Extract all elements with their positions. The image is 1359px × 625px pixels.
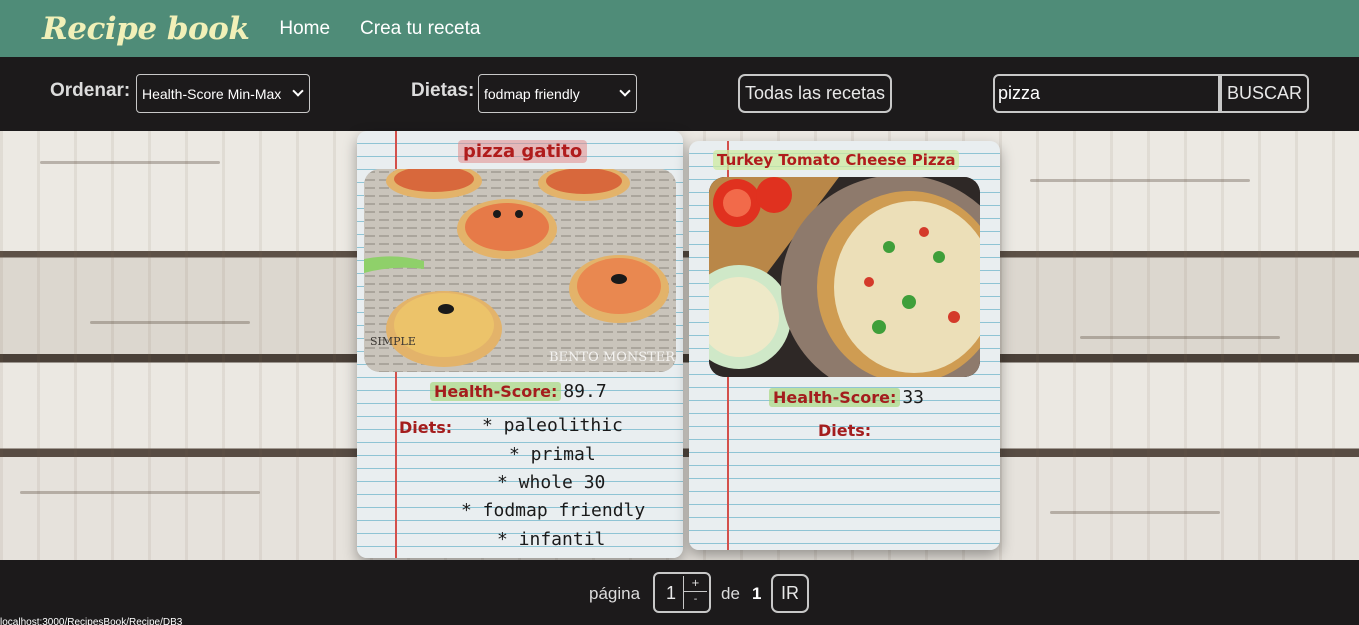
health-score-label: Health-Score: (769, 388, 901, 407)
pagination-bar: página 1 + - de 1 IR (0, 560, 1359, 625)
wood-grain (1030, 179, 1250, 182)
diet-select[interactable]: fodmap friendly (478, 74, 637, 113)
recipe-photo: BENTO MONSTERS SIMPLE (364, 169, 676, 372)
search-input[interactable]: pizza (993, 74, 1220, 113)
spin-up-button[interactable]: + (684, 576, 707, 592)
svg-text:BENTO MONSTERS: BENTO MONSTERS (549, 350, 676, 365)
brand-logo[interactable]: Recipe book (42, 11, 250, 47)
of-label: de (721, 584, 740, 603)
recipe-card[interactable]: Turkey Tomato Cheese Pizza Health-Score:… (689, 141, 1000, 550)
health-score-row: Health-Score: 33 (769, 387, 924, 408)
page-spinner[interactable]: + - (683, 576, 707, 609)
nav-link-home[interactable]: Home (279, 18, 330, 40)
diet-item: * fodmap friendly (461, 500, 646, 521)
top-navbar: Recipe book Home Crea tu receta (0, 0, 1359, 57)
health-score-row: Health-Score: 89.7 (430, 381, 607, 402)
health-score-value: 33 (902, 387, 925, 408)
svg-text:SIMPLE: SIMPLE (370, 335, 416, 348)
search-button[interactable]: BUSCAR (1220, 74, 1309, 113)
recipe-card[interactable]: pizza gatito BENTO MONSTERS SIMPLE Healt… (357, 131, 683, 558)
wood-grain (20, 491, 260, 494)
sort-label: Ordenar: (50, 80, 131, 101)
filter-bar: Ordenar: Health-Score Min-Max Dietas: fo… (0, 57, 1359, 131)
diets-label: Diets: (818, 421, 872, 440)
health-score-label: Health-Score: (430, 382, 562, 401)
page-number-input[interactable]: 1 + - (653, 572, 711, 613)
recipe-image (709, 177, 980, 377)
diet-select-value: fodmap friendly (484, 85, 580, 102)
diet-label: Dietas: (411, 80, 475, 101)
wood-grain (40, 161, 220, 164)
recipe-photo (709, 177, 980, 377)
status-bar-url: localhost:3000/RecipesBook/Recipe/DB3 (0, 617, 183, 625)
total-pages: 1 (752, 584, 762, 603)
spin-down-button[interactable]: - (684, 592, 707, 608)
sort-select[interactable]: Health-Score Min-Max (136, 74, 310, 113)
recipe-image: BENTO MONSTERS SIMPLE (364, 169, 676, 372)
wood-grain (1050, 511, 1220, 514)
all-recipes-button[interactable]: Todas las recetas (738, 74, 892, 113)
recipe-title[interactable]: Turkey Tomato Cheese Pizza (713, 150, 960, 170)
health-score-value: 89.7 (563, 381, 607, 402)
diets-label: Diets: (399, 418, 453, 437)
diet-item: * whole 30 (497, 472, 606, 493)
sort-select-value: Health-Score Min-Max (142, 85, 282, 102)
nav-link-create-recipe[interactable]: Crea tu receta (360, 18, 480, 40)
diet-item: * infantil (497, 529, 606, 550)
page-number-value: 1 (666, 583, 677, 603)
wood-grain (90, 321, 250, 324)
chevron-down-icon (292, 85, 304, 97)
wood-grain (1080, 336, 1280, 339)
recipe-title[interactable]: pizza gatito (458, 140, 588, 163)
go-button[interactable]: IR (771, 574, 809, 613)
diet-item: * paleolithic (482, 415, 623, 436)
chevron-down-icon (619, 85, 631, 97)
page-label: página (589, 584, 641, 603)
diet-item: * primal (509, 444, 596, 465)
